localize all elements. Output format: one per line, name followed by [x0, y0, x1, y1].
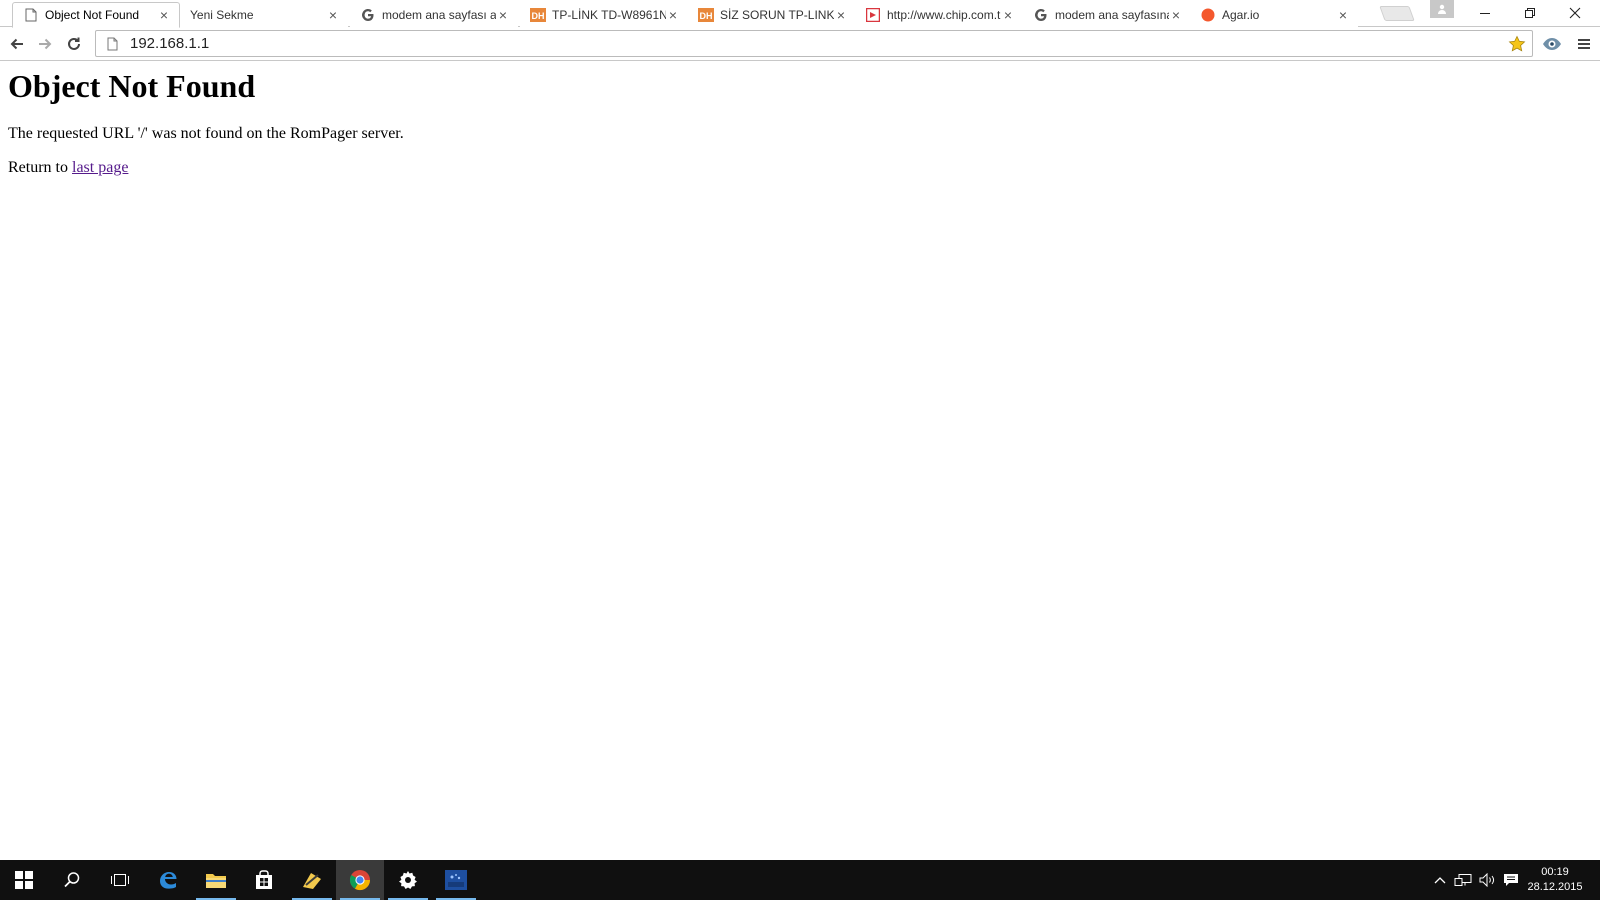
tab-title: TP-LİNK TD-W8961ND [552, 7, 666, 22]
edge-icon [160, 872, 177, 889]
minimize-button[interactable] [1462, 0, 1507, 26]
taskbar-clock[interactable]: 00:19 28.12.2015 [1520, 865, 1590, 895]
notification-icon [1504, 874, 1518, 886]
tab-yeni-sekme[interactable]: Yeni Sekme × [180, 2, 348, 27]
volume-tray-button[interactable] [1476, 860, 1500, 900]
last-page-link[interactable]: last page [72, 159, 128, 176]
page-heading: Object Not Found [8, 68, 256, 104]
edge-taskbar-button[interactable] [144, 860, 192, 900]
svg-text:DH: DH [700, 11, 713, 21]
settings-taskbar-button[interactable] [384, 860, 432, 900]
tab-tp-link-w8961nd[interactable]: DH TP-LİNK TD-W8961ND × [520, 2, 688, 27]
tab-close-icon[interactable]: × [157, 8, 171, 22]
forward-button[interactable] [33, 32, 57, 56]
tab-title: Agar.io [1222, 7, 1260, 22]
tray-expand-button[interactable] [1430, 860, 1450, 900]
reload-icon [68, 37, 80, 50]
action-center-button[interactable] [1500, 860, 1522, 900]
tab-close-icon[interactable]: × [1336, 8, 1350, 22]
network-tray-button[interactable] [1452, 860, 1474, 900]
blue-app-icon [445, 870, 467, 890]
svg-text:DH: DH [532, 11, 545, 21]
task-view-button[interactable] [96, 860, 144, 900]
restore-button[interactable] [1507, 0, 1552, 26]
windows-taskbar: 00:19 28.12.2015 [0, 860, 1600, 900]
tab-close-icon[interactable]: × [1169, 8, 1183, 22]
tab-title: modem ana sayfasına [1055, 7, 1169, 22]
profile-icon[interactable] [1430, 0, 1454, 18]
tab-close-icon[interactable]: × [496, 8, 510, 22]
app-taskbar-button[interactable] [288, 860, 336, 900]
return-prefix: Return to [8, 159, 68, 176]
tab-chip-com[interactable]: http://www.chip.com.t × [855, 2, 1023, 27]
back-button[interactable] [5, 32, 29, 56]
extension-eye-icon[interactable] [1540, 32, 1564, 56]
network-icon [1454, 874, 1472, 886]
google-icon [360, 7, 376, 23]
app2-taskbar-button[interactable] [432, 860, 480, 900]
new-tab-button[interactable] [1379, 6, 1415, 21]
forward-arrow-icon [39, 38, 52, 50]
close-window-button[interactable] [1552, 0, 1597, 26]
minimize-icon [1479, 13, 1490, 14]
address-bar[interactable]: 192.168.1.1 [95, 30, 1533, 57]
tab-title: SİZ SORUN TP-LINK O [720, 7, 834, 22]
address-text[interactable]: 192.168.1.1 [130, 35, 209, 52]
clock-date: 28.12.2015 [1527, 881, 1583, 893]
store-icon [256, 870, 272, 889]
menu-hamburger-icon[interactable] [1572, 32, 1596, 56]
folder-icon [206, 874, 226, 888]
agar-icon [1200, 7, 1216, 23]
close-icon [1569, 7, 1580, 19]
windows-logo-icon [15, 871, 33, 889]
dh-icon: DH [698, 7, 714, 23]
tab-title: modem ana sayfası aç [382, 7, 496, 22]
chevron-up-icon [1434, 877, 1446, 884]
reload-button[interactable] [62, 32, 86, 56]
store-taskbar-button[interactable] [240, 860, 288, 900]
error-message: The requested URL '/' was not found on t… [8, 125, 404, 142]
start-button[interactable] [0, 860, 48, 900]
clock-time: 00:19 [1541, 866, 1569, 878]
gear-icon [399, 871, 417, 889]
page-icon [23, 7, 39, 23]
tab-object-not-found[interactable]: Object Not Found × [12, 2, 180, 28]
tab-title: http://www.chip.com.t [887, 7, 1001, 22]
dh-icon: DH [530, 7, 546, 23]
tab-agar-io[interactable]: Agar.io × [1190, 2, 1358, 27]
google-icon [1033, 7, 1049, 23]
tab-modem-ana-sayfasi[interactable]: modem ana sayfası aç × [350, 2, 518, 27]
page-content: Object Not Found The requested URL '/' w… [0, 62, 1600, 860]
tab-close-icon[interactable]: × [326, 8, 340, 22]
back-arrow-icon [10, 38, 23, 50]
speaker-icon [1479, 873, 1494, 887]
search-icon [64, 872, 80, 888]
bookmark-star-icon[interactable] [1508, 35, 1526, 53]
tab-close-icon[interactable]: × [834, 8, 848, 22]
tab-close-icon[interactable]: × [666, 8, 680, 22]
browser-toolbar: 192.168.1.1 [0, 27, 1600, 61]
tab-strip: Object Not Found × Yeni Sekme × modem an… [0, 0, 1600, 28]
return-line: Return to last page [8, 159, 128, 177]
search-button[interactable] [48, 860, 96, 900]
tab-title: Yeni Sekme [190, 7, 254, 22]
restore-icon [1524, 8, 1535, 18]
chrome-icon [349, 870, 371, 891]
chip-icon [865, 7, 881, 23]
chrome-taskbar-button[interactable] [336, 860, 384, 900]
task-view-icon [111, 874, 129, 886]
tab-title: Object Not Found [45, 8, 140, 22]
pen-paper-icon [303, 873, 321, 889]
tab-siz-sorun-tp-link[interactable]: DH SİZ SORUN TP-LINK O × [688, 2, 856, 27]
page-info-icon[interactable] [104, 36, 120, 52]
tab-modem-ana-sayfasina[interactable]: modem ana sayfasına × [1023, 2, 1191, 27]
tab-close-icon[interactable]: × [1001, 8, 1015, 22]
file-explorer-taskbar-button[interactable] [192, 860, 240, 900]
